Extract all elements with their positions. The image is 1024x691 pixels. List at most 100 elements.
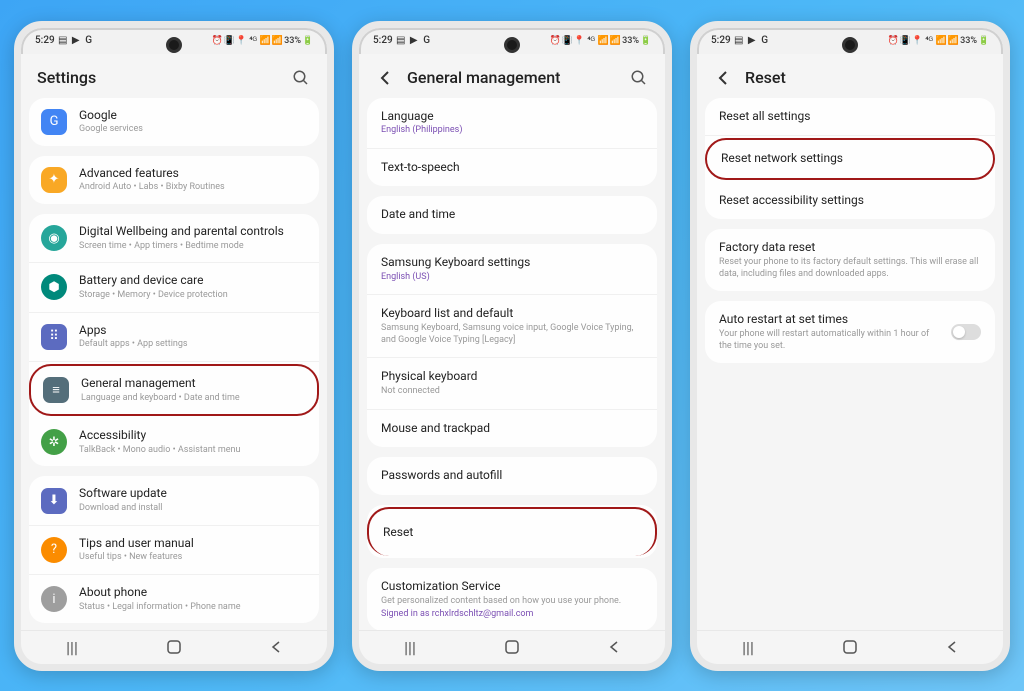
gm-row-samsung-keyboard[interactable]: Samsung Keyboard settings English (US) — [367, 244, 657, 295]
gm-row-language[interactable]: Language English (Philippines) — [367, 98, 657, 149]
wifi-icon: ⁴ᴳ — [248, 36, 258, 46]
gm-row-keyboard-list[interactable]: Keyboard list and default Samsung Keyboa… — [367, 295, 657, 358]
settings-row-battery[interactable]: ⬢ Battery and device care Storage • Memo… — [29, 263, 319, 312]
youtube-icon: ▶ — [409, 36, 419, 46]
nav-bar: ||| — [359, 630, 665, 664]
gm-row-tts[interactable]: Text-to-speech — [367, 149, 657, 187]
google-icon: G — [422, 36, 432, 46]
nav-bar: ||| — [21, 630, 327, 664]
settings-row-general-management[interactable]: ≡ General management Language and keyboa… — [29, 364, 319, 416]
battery-text: 33% — [622, 36, 639, 46]
page-title: General management — [407, 68, 617, 87]
general-icon: ≡ — [43, 377, 69, 403]
nav-home[interactable] — [830, 637, 870, 657]
about-icon: i — [41, 586, 67, 612]
alarm-icon: ⏰ — [212, 36, 222, 46]
search-icon — [630, 69, 648, 87]
phone-settings: 5:29 ▤ ▶ G ⏰ 📳 📍 ⁴ᴳ 📶 📶 33% 🔋 Settings — [14, 21, 334, 671]
battery-icon: 🔋 — [303, 36, 313, 46]
battery-icon: 🔋 — [641, 36, 651, 46]
nav-back[interactable] — [594, 637, 634, 657]
signal2-icon: 📶 — [948, 36, 958, 46]
reset-row-auto-restart[interactable]: Auto restart at set times Your phone wil… — [705, 301, 995, 363]
settings-row-tips[interactable]: ? Tips and user manual Useful tips • New… — [29, 526, 319, 575]
status-time: 5:29 — [35, 35, 55, 46]
gm-row-physical-keyboard[interactable]: Physical keyboard Not connected — [367, 358, 657, 409]
gm-row-reset[interactable]: Reset — [367, 507, 657, 557]
gm-row-mouse[interactable]: Mouse and trackpad — [367, 410, 657, 448]
advanced-icon: ✦ — [41, 167, 67, 193]
nav-bar: ||| — [697, 630, 1003, 664]
page-title: Settings — [37, 68, 279, 87]
signal2-icon: 📶 — [610, 36, 620, 46]
google-icon: G — [84, 36, 94, 46]
vibrate-icon: 📳 — [900, 36, 910, 46]
status-time: 5:29 — [711, 35, 731, 46]
nav-recents[interactable]: ||| — [728, 637, 768, 657]
signal-icon: 📶 — [260, 36, 270, 46]
location-icon: 📍 — [574, 36, 584, 46]
search-icon — [292, 69, 310, 87]
vibrate-icon: 📳 — [562, 36, 572, 46]
nav-home[interactable] — [154, 637, 194, 657]
signal2-icon: 📶 — [272, 36, 282, 46]
wifi-icon: ⁴ᴳ — [586, 36, 596, 46]
gm-row-passwords[interactable]: Passwords and autofill — [367, 457, 657, 495]
settings-row-about[interactable]: i About phone Status • Legal information… — [29, 575, 319, 623]
signal-icon: 📶 — [936, 36, 946, 46]
status-bar: 5:29 ▤ ▶ G ⏰ 📳 📍 ⁴ᴳ 📶 📶 33% 🔋 — [697, 28, 1003, 54]
gallery-icon: ▤ — [58, 36, 68, 46]
back-button[interactable] — [375, 68, 395, 88]
gallery-icon: ▤ — [734, 36, 744, 46]
settings-row-accessibility[interactable]: ✲ Accessibility TalkBack • Mono audio • … — [29, 418, 319, 466]
reset-row-all[interactable]: Reset all settings — [705, 98, 995, 137]
accessibility-icon: ✲ — [41, 429, 67, 455]
settings-row-apps[interactable]: ⠿ Apps Default apps • App settings — [29, 313, 319, 362]
wifi-icon: ⁴ᴳ — [924, 36, 934, 46]
settings-row-google[interactable]: G Google Google services — [29, 98, 319, 146]
signal-icon: 📶 — [598, 36, 608, 46]
search-button[interactable] — [629, 68, 649, 88]
tips-icon: ? — [41, 537, 67, 563]
google-icon: G — [41, 109, 67, 135]
google-icon: G — [760, 36, 770, 46]
apps-icon: ⠿ — [41, 324, 67, 350]
vibrate-icon: 📳 — [224, 36, 234, 46]
phone-reset: 5:29 ▤ ▶ G ⏰ 📳 📍 ⁴ᴳ 📶 📶 33% 🔋 Reset Re — [690, 21, 1010, 671]
youtube-icon: ▶ — [747, 36, 757, 46]
nav-recents[interactable]: ||| — [390, 637, 430, 657]
nav-back[interactable] — [932, 637, 972, 657]
gallery-icon: ▤ — [396, 36, 406, 46]
location-icon: 📍 — [912, 36, 922, 46]
battery-care-icon: ⬢ — [41, 274, 67, 300]
reset-row-network[interactable]: Reset network settings — [705, 138, 995, 180]
chevron-left-icon — [715, 70, 731, 86]
nav-recents[interactable]: ||| — [52, 637, 92, 657]
youtube-icon: ▶ — [71, 36, 81, 46]
battery-text: 33% — [960, 36, 977, 46]
gm-row-customization[interactable]: Customization Service Get personalized c… — [367, 568, 657, 629]
reset-row-accessibility[interactable]: Reset accessibility settings — [705, 182, 995, 220]
status-bar: 5:29 ▤ ▶ G ⏰ 📳 📍 ⁴ᴳ 📶 📶 33% 🔋 — [21, 28, 327, 54]
search-button[interactable] — [291, 68, 311, 88]
phone-general-management: 5:29 ▤ ▶ G ⏰ 📳 📍 ⁴ᴳ 📶 📶 33% 🔋 General ma… — [352, 21, 672, 671]
settings-row-advanced[interactable]: ✦ Advanced features Android Auto • Labs … — [29, 156, 319, 204]
battery-text: 33% — [284, 36, 301, 46]
auto-restart-toggle[interactable] — [951, 324, 981, 340]
battery-icon: 🔋 — [979, 36, 989, 46]
back-button[interactable] — [713, 68, 733, 88]
update-icon: ⬇ — [41, 488, 67, 514]
nav-home[interactable] — [492, 637, 532, 657]
alarm-icon: ⏰ — [550, 36, 560, 46]
wellbeing-icon: ◉ — [41, 225, 67, 251]
settings-row-wellbeing[interactable]: ◉ Digital Wellbeing and parental control… — [29, 214, 319, 263]
status-bar: 5:29 ▤ ▶ G ⏰ 📳 📍 ⁴ᴳ 📶 📶 33% 🔋 — [359, 28, 665, 54]
nav-back[interactable] — [256, 637, 296, 657]
alarm-icon: ⏰ — [888, 36, 898, 46]
gm-row-datetime[interactable]: Date and time — [367, 196, 657, 234]
settings-row-software-update[interactable]: ⬇ Software update Download and install — [29, 476, 319, 525]
location-icon: 📍 — [236, 36, 246, 46]
status-time: 5:29 — [373, 35, 393, 46]
reset-row-factory[interactable]: Factory data reset Reset your phone to i… — [705, 229, 995, 291]
chevron-left-icon — [377, 70, 393, 86]
